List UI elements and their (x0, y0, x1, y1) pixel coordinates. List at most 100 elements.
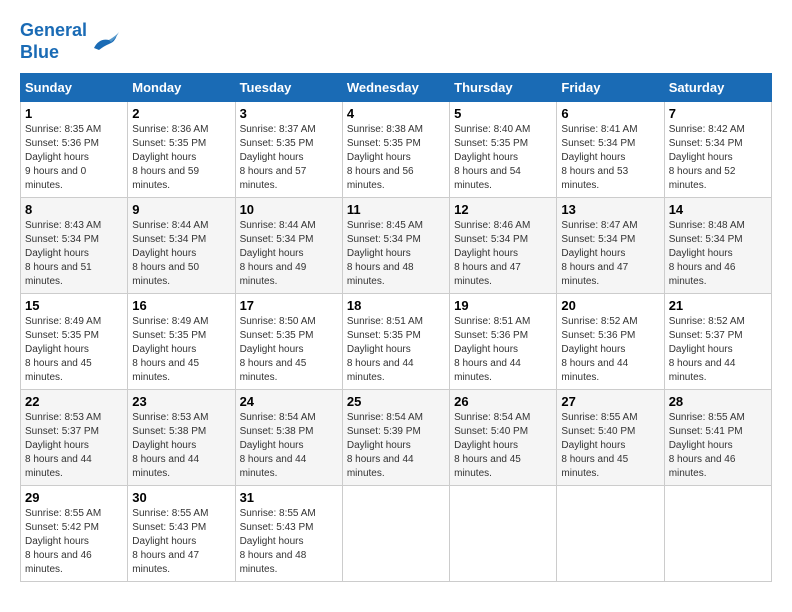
day-number: 6 (561, 106, 659, 121)
day-header-thursday: Thursday (450, 74, 557, 102)
day-number: 14 (669, 202, 767, 217)
calendar-cell: 9 Sunrise: 8:44 AM Sunset: 5:34 PM Dayli… (128, 198, 235, 294)
calendar-cell: 7 Sunrise: 8:42 AM Sunset: 5:34 PM Dayli… (664, 102, 771, 198)
calendar-week-4: 22 Sunrise: 8:53 AM Sunset: 5:37 PM Dayl… (21, 390, 772, 486)
day-number: 15 (25, 298, 123, 313)
day-info: Sunrise: 8:50 AM Sunset: 5:35 PM Dayligh… (240, 315, 338, 385)
calendar-cell: 20 Sunrise: 8:52 AM Sunset: 5:36 PM Dayl… (557, 294, 664, 390)
day-number: 8 (25, 202, 123, 217)
calendar-cell: 29 Sunrise: 8:55 AM Sunset: 5:42 PM Dayl… (21, 486, 128, 582)
day-number: 29 (25, 490, 123, 505)
calendar-week-5: 29 Sunrise: 8:55 AM Sunset: 5:42 PM Dayl… (21, 486, 772, 582)
calendar-header-row: SundayMondayTuesdayWednesdayThursdayFrid… (21, 74, 772, 102)
day-info: Sunrise: 8:53 AM Sunset: 5:37 PM Dayligh… (25, 411, 123, 481)
day-number: 4 (347, 106, 445, 121)
day-info: Sunrise: 8:51 AM Sunset: 5:36 PM Dayligh… (454, 315, 552, 385)
calendar-cell: 22 Sunrise: 8:53 AM Sunset: 5:37 PM Dayl… (21, 390, 128, 486)
calendar-cell: 8 Sunrise: 8:43 AM Sunset: 5:34 PM Dayli… (21, 198, 128, 294)
day-number: 10 (240, 202, 338, 217)
day-number: 27 (561, 394, 659, 409)
day-info: Sunrise: 8:38 AM Sunset: 5:35 PM Dayligh… (347, 123, 445, 193)
calendar-cell: 2 Sunrise: 8:36 AM Sunset: 5:35 PM Dayli… (128, 102, 235, 198)
day-header-monday: Monday (128, 74, 235, 102)
calendar-cell: 17 Sunrise: 8:50 AM Sunset: 5:35 PM Dayl… (235, 294, 342, 390)
day-number: 5 (454, 106, 552, 121)
calendar-cell: 24 Sunrise: 8:54 AM Sunset: 5:38 PM Dayl… (235, 390, 342, 486)
calendar-cell (450, 486, 557, 582)
calendar-cell: 11 Sunrise: 8:45 AM Sunset: 5:34 PM Dayl… (342, 198, 449, 294)
day-info: Sunrise: 8:44 AM Sunset: 5:34 PM Dayligh… (240, 219, 338, 289)
calendar-cell: 19 Sunrise: 8:51 AM Sunset: 5:36 PM Dayl… (450, 294, 557, 390)
day-info: Sunrise: 8:48 AM Sunset: 5:34 PM Dayligh… (669, 219, 767, 289)
day-info: Sunrise: 8:35 AM Sunset: 5:36 PM Dayligh… (25, 123, 123, 193)
day-info: Sunrise: 8:55 AM Sunset: 5:40 PM Dayligh… (561, 411, 659, 481)
day-info: Sunrise: 8:47 AM Sunset: 5:34 PM Dayligh… (561, 219, 659, 289)
day-info: Sunrise: 8:49 AM Sunset: 5:35 PM Dayligh… (132, 315, 230, 385)
calendar-week-2: 8 Sunrise: 8:43 AM Sunset: 5:34 PM Dayli… (21, 198, 772, 294)
day-number: 25 (347, 394, 445, 409)
calendar-cell (342, 486, 449, 582)
day-info: Sunrise: 8:52 AM Sunset: 5:37 PM Dayligh… (669, 315, 767, 385)
day-number: 28 (669, 394, 767, 409)
day-info: Sunrise: 8:42 AM Sunset: 5:34 PM Dayligh… (669, 123, 767, 193)
day-info: Sunrise: 8:53 AM Sunset: 5:38 PM Dayligh… (132, 411, 230, 481)
day-info: Sunrise: 8:55 AM Sunset: 5:43 PM Dayligh… (240, 507, 338, 577)
day-info: Sunrise: 8:36 AM Sunset: 5:35 PM Dayligh… (132, 123, 230, 193)
day-number: 9 (132, 202, 230, 217)
day-info: Sunrise: 8:55 AM Sunset: 5:41 PM Dayligh… (669, 411, 767, 481)
day-info: Sunrise: 8:54 AM Sunset: 5:39 PM Dayligh… (347, 411, 445, 481)
calendar-cell: 16 Sunrise: 8:49 AM Sunset: 5:35 PM Dayl… (128, 294, 235, 390)
day-number: 18 (347, 298, 445, 313)
day-info: Sunrise: 8:54 AM Sunset: 5:40 PM Dayligh… (454, 411, 552, 481)
logo: GeneralBlue (20, 20, 119, 63)
calendar-week-1: 1 Sunrise: 8:35 AM Sunset: 5:36 PM Dayli… (21, 102, 772, 198)
day-number: 20 (561, 298, 659, 313)
calendar-cell: 18 Sunrise: 8:51 AM Sunset: 5:35 PM Dayl… (342, 294, 449, 390)
day-info: Sunrise: 8:37 AM Sunset: 5:35 PM Dayligh… (240, 123, 338, 193)
calendar-cell: 25 Sunrise: 8:54 AM Sunset: 5:39 PM Dayl… (342, 390, 449, 486)
page-header: GeneralBlue (20, 20, 772, 63)
day-number: 30 (132, 490, 230, 505)
day-info: Sunrise: 8:40 AM Sunset: 5:35 PM Dayligh… (454, 123, 552, 193)
logo-text: GeneralBlue (20, 20, 87, 63)
day-info: Sunrise: 8:49 AM Sunset: 5:35 PM Dayligh… (25, 315, 123, 385)
calendar-cell: 3 Sunrise: 8:37 AM Sunset: 5:35 PM Dayli… (235, 102, 342, 198)
day-info: Sunrise: 8:55 AM Sunset: 5:43 PM Dayligh… (132, 507, 230, 577)
day-number: 26 (454, 394, 552, 409)
calendar-cell: 14 Sunrise: 8:48 AM Sunset: 5:34 PM Dayl… (664, 198, 771, 294)
calendar-cell: 27 Sunrise: 8:55 AM Sunset: 5:40 PM Dayl… (557, 390, 664, 486)
day-header-tuesday: Tuesday (235, 74, 342, 102)
day-info: Sunrise: 8:44 AM Sunset: 5:34 PM Dayligh… (132, 219, 230, 289)
calendar-cell: 23 Sunrise: 8:53 AM Sunset: 5:38 PM Dayl… (128, 390, 235, 486)
day-info: Sunrise: 8:55 AM Sunset: 5:42 PM Dayligh… (25, 507, 123, 577)
day-number: 22 (25, 394, 123, 409)
day-info: Sunrise: 8:52 AM Sunset: 5:36 PM Dayligh… (561, 315, 659, 385)
calendar-cell: 6 Sunrise: 8:41 AM Sunset: 5:34 PM Dayli… (557, 102, 664, 198)
calendar-cell: 5 Sunrise: 8:40 AM Sunset: 5:35 PM Dayli… (450, 102, 557, 198)
day-info: Sunrise: 8:41 AM Sunset: 5:34 PM Dayligh… (561, 123, 659, 193)
day-number: 11 (347, 202, 445, 217)
calendar-table: SundayMondayTuesdayWednesdayThursdayFrid… (20, 73, 772, 582)
day-number: 17 (240, 298, 338, 313)
day-header-wednesday: Wednesday (342, 74, 449, 102)
calendar-cell: 10 Sunrise: 8:44 AM Sunset: 5:34 PM Dayl… (235, 198, 342, 294)
day-header-saturday: Saturday (664, 74, 771, 102)
day-number: 19 (454, 298, 552, 313)
day-number: 13 (561, 202, 659, 217)
calendar-cell: 21 Sunrise: 8:52 AM Sunset: 5:37 PM Dayl… (664, 294, 771, 390)
calendar-cell: 31 Sunrise: 8:55 AM Sunset: 5:43 PM Dayl… (235, 486, 342, 582)
calendar-cell: 4 Sunrise: 8:38 AM Sunset: 5:35 PM Dayli… (342, 102, 449, 198)
calendar-cell: 28 Sunrise: 8:55 AM Sunset: 5:41 PM Dayl… (664, 390, 771, 486)
day-info: Sunrise: 8:51 AM Sunset: 5:35 PM Dayligh… (347, 315, 445, 385)
day-number: 1 (25, 106, 123, 121)
day-number: 16 (132, 298, 230, 313)
day-info: Sunrise: 8:54 AM Sunset: 5:38 PM Dayligh… (240, 411, 338, 481)
calendar-cell: 26 Sunrise: 8:54 AM Sunset: 5:40 PM Dayl… (450, 390, 557, 486)
day-number: 31 (240, 490, 338, 505)
day-number: 2 (132, 106, 230, 121)
calendar-week-3: 15 Sunrise: 8:49 AM Sunset: 5:35 PM Dayl… (21, 294, 772, 390)
calendar-cell: 30 Sunrise: 8:55 AM Sunset: 5:43 PM Dayl… (128, 486, 235, 582)
day-header-sunday: Sunday (21, 74, 128, 102)
day-number: 23 (132, 394, 230, 409)
calendar-cell (664, 486, 771, 582)
